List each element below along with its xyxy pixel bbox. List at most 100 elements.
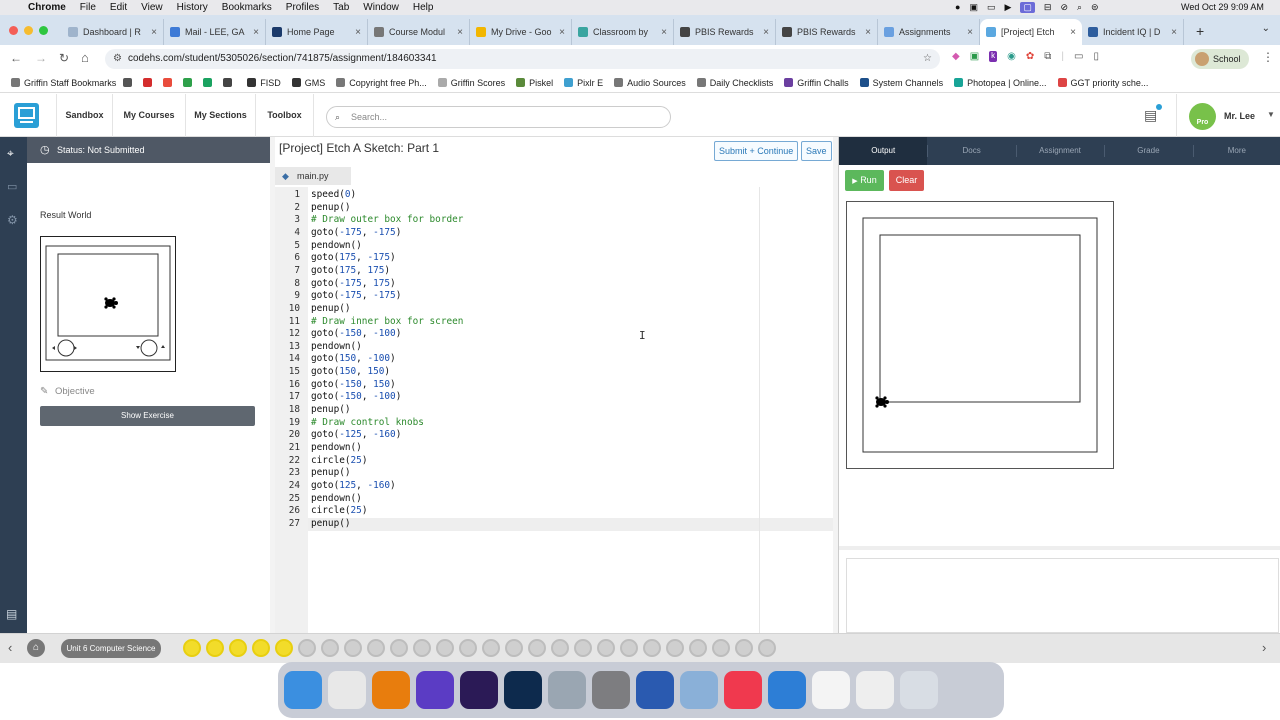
bookmark-item[interactable]	[183, 78, 196, 87]
cast-icon[interactable]: ▭	[1074, 51, 1083, 62]
extension-red-icon[interactable]: ✿	[1026, 51, 1034, 62]
blender-icon[interactable]	[372, 671, 410, 709]
progress-dot-icon[interactable]	[482, 639, 500, 657]
menu-app-name[interactable]: Chrome	[28, 2, 66, 13]
toggle-panel-icon[interactable]: ▤	[6, 607, 17, 621]
submit-continue-button[interactable]: Submit + Continue	[714, 141, 799, 161]
bookmark-star-icon[interactable]: ☆	[923, 49, 932, 69]
browser-tab[interactable]: Course Modul ×	[368, 19, 470, 45]
extension-pink-icon[interactable]: ◆	[952, 51, 960, 62]
screen-icon[interactable]: ▣	[969, 2, 978, 13]
menu-help[interactable]: Help	[413, 2, 434, 13]
output-divider[interactable]	[839, 546, 1280, 550]
chrome-icon[interactable]	[328, 671, 366, 709]
profile-chip[interactable]: School	[1191, 49, 1249, 69]
new-tab-icon[interactable]: +	[1196, 23, 1204, 39]
next-arrow-icon[interactable]: ›	[1262, 640, 1266, 655]
menu-history[interactable]: History	[177, 2, 208, 13]
code-line[interactable]: circle(25)	[311, 505, 367, 516]
close-tab-icon[interactable]: ×	[1070, 27, 1076, 38]
browser-tab[interactable]: My Drive - Goo ×	[470, 19, 572, 45]
code-line[interactable]: pendown()	[311, 240, 362, 251]
progress-dot-icon[interactable]	[597, 639, 615, 657]
turtle-canvas[interactable]	[846, 201, 1114, 469]
back-icon[interactable]: ←	[10, 51, 22, 65]
progress-dot-icon[interactable]	[758, 639, 776, 657]
close-tab-icon[interactable]: ×	[1171, 27, 1177, 38]
close-tab-icon[interactable]: ×	[559, 27, 565, 38]
close-tab-icon[interactable]: ×	[967, 27, 973, 38]
close-tab-icon[interactable]: ×	[763, 27, 769, 38]
bookmark-item[interactable]	[223, 78, 236, 87]
code-line[interactable]: pendown()	[311, 493, 362, 504]
document-icon[interactable]	[812, 671, 850, 709]
progress-dot-icon[interactable]	[229, 639, 247, 657]
code-line[interactable]: pendown()	[311, 341, 362, 352]
bookmark-item[interactable]: Daily Checklists	[696, 78, 773, 88]
home-circle-icon[interactable]: ⌂	[27, 639, 45, 657]
code-line[interactable]: # Draw control knobs	[311, 417, 424, 428]
progress-dot-icon[interactable]	[206, 639, 224, 657]
bookmark-item[interactable]: Griffin Scores	[437, 78, 505, 88]
progress-dot-icon[interactable]	[735, 639, 753, 657]
menu-window[interactable]: Window	[363, 2, 399, 13]
extension-green-icon[interactable]: ▣	[970, 51, 979, 62]
photoshop-icon[interactable]	[504, 671, 542, 709]
bookmark-item[interactable]	[143, 78, 156, 87]
code-line[interactable]: goto(-175, -175)	[311, 227, 401, 238]
browser-tab[interactable]: Home Page ×	[266, 19, 368, 45]
code-line[interactable]: goto(-125, -160)	[311, 429, 401, 440]
code-line[interactable]: goto(150, 150)	[311, 366, 390, 377]
bookmark-item[interactable]: Piskel	[516, 78, 553, 88]
code-line[interactable]: goto(-175, -175)	[311, 290, 401, 301]
code-line[interactable]: goto(-175, 175)	[311, 278, 396, 289]
browser-tab[interactable]: Dashboard | R ×	[62, 19, 164, 45]
code-line[interactable]: goto(-150, -100)	[311, 391, 401, 402]
progress-dot-icon[interactable]	[344, 639, 362, 657]
output-tab[interactable]: Grade	[1104, 137, 1192, 165]
code-line[interactable]: goto(125, -160)	[311, 480, 396, 491]
menu-view[interactable]: View	[141, 2, 163, 13]
code-line[interactable]: pendown()	[311, 442, 362, 453]
browser-tab[interactable]: Assignments ×	[878, 19, 980, 45]
bookmark-item[interactable]: GMS	[291, 78, 325, 88]
code-line[interactable]: goto(-150, -100)	[311, 328, 401, 339]
preview-icon[interactable]	[680, 671, 718, 709]
prev-arrow-icon[interactable]: ‹	[8, 640, 12, 655]
progress-dot-icon[interactable]	[666, 639, 684, 657]
bookmark-item[interactable]	[163, 78, 176, 87]
menu-tab[interactable]: Tab	[333, 2, 349, 13]
show-exercise-button[interactable]: Show Exercise	[40, 406, 255, 426]
code-line[interactable]: goto(-150, 150)	[311, 379, 396, 390]
output-tab[interactable]: More	[1192, 137, 1280, 165]
bookmark-item[interactable]: FISD	[247, 78, 281, 88]
record-icon[interactable]: ●	[955, 2, 960, 13]
music-icon[interactable]	[724, 671, 762, 709]
progress-dot-icon[interactable]	[574, 639, 592, 657]
wifi-off-icon[interactable]: ⊘	[1060, 2, 1068, 13]
minimize-window-icon[interactable]	[24, 26, 33, 35]
save-button[interactable]: Save	[801, 141, 832, 161]
search-input[interactable]: ⌕ Search...	[326, 106, 671, 128]
control-center-icon[interactable]: ⊟	[1044, 2, 1052, 13]
progress-dot-icon[interactable]	[183, 639, 201, 657]
close-tab-icon[interactable]: ×	[661, 27, 667, 38]
url-field[interactable]: ⚙ codehs.com/student/5305026/section/741…	[105, 49, 940, 69]
close-tab-icon[interactable]: ×	[355, 27, 361, 38]
progress-dot-icon[interactable]	[528, 639, 546, 657]
file-tab-main-py[interactable]: ◆ main.py	[275, 167, 351, 185]
menu-profiles[interactable]: Profiles	[286, 2, 319, 13]
clear-button[interactable]: Clear	[889, 170, 924, 191]
browser-tab[interactable]: [Project] Etch ×	[980, 19, 1082, 45]
code-line[interactable]: goto(175, 175)	[311, 265, 390, 276]
monitor-icon[interactable]: ▢	[1020, 2, 1035, 13]
browser-tab[interactable]: PBIS Rewards ×	[674, 19, 776, 45]
user-switch-icon[interactable]: ⊜	[1091, 2, 1099, 13]
imovie-icon[interactable]	[416, 671, 454, 709]
run-button[interactable]: ▶ Run	[845, 170, 884, 191]
progress-dot-icon[interactable]	[436, 639, 454, 657]
more-menu-icon[interactable]: ⋮	[1262, 50, 1274, 64]
extension-puzzle-icon[interactable]: ⧉	[1044, 51, 1051, 62]
progress-dot-icon[interactable]	[459, 639, 477, 657]
code-line[interactable]: penup()	[311, 202, 351, 213]
